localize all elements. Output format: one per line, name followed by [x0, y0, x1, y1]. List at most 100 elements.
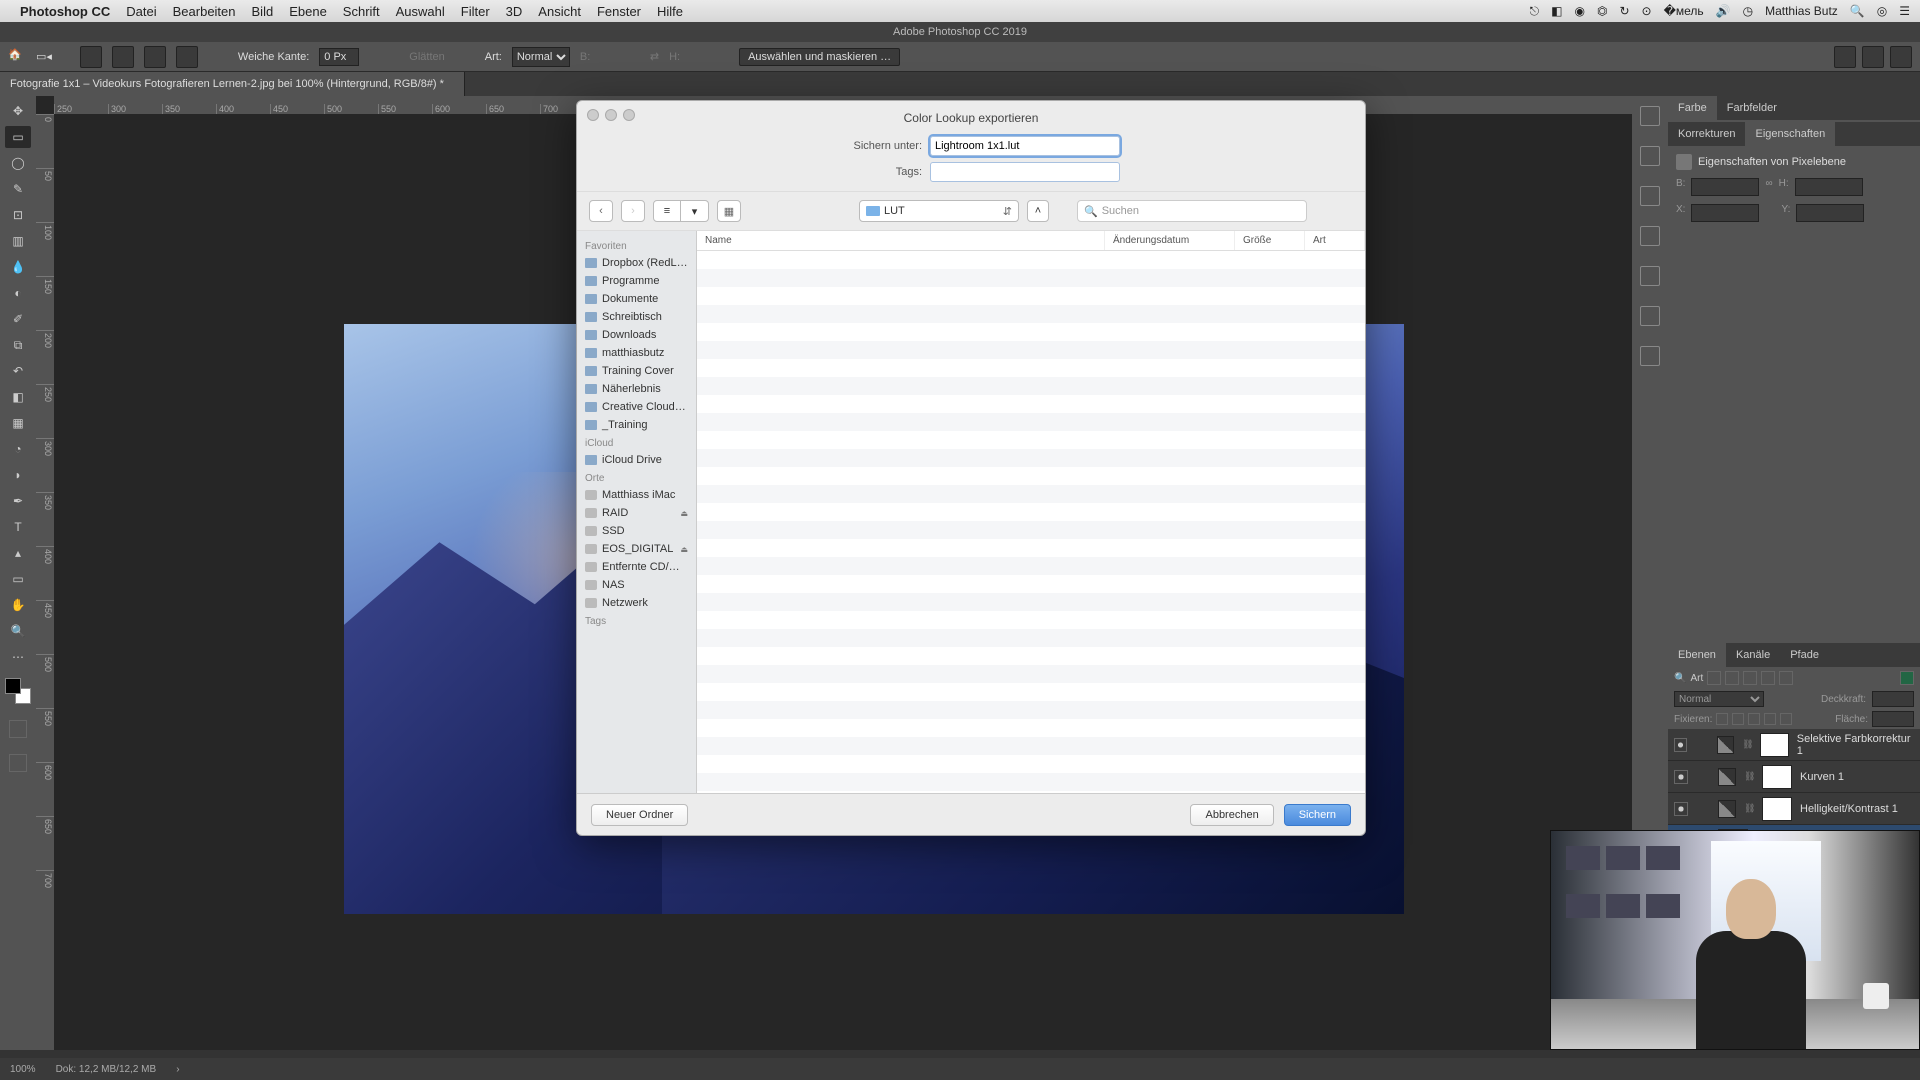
tab-farbe[interactable]: Farbe: [1668, 96, 1717, 120]
tab-farbfelder[interactable]: Farbfelder: [1717, 96, 1787, 120]
y-input[interactable]: [1796, 204, 1864, 222]
status-chevron-icon[interactable]: ›: [176, 1064, 179, 1075]
brush-tool-icon[interactable]: ✐: [5, 308, 31, 330]
menu-schrift[interactable]: Schrift: [343, 4, 380, 19]
spotlight-icon[interactable]: 🔍: [1850, 4, 1865, 18]
eject-icon[interactable]: ⏏: [680, 509, 688, 518]
blend-mode-select[interactable]: Normal: [1674, 691, 1764, 707]
filter-toggle-icon[interactable]: [1900, 671, 1914, 685]
filter-pixel-icon[interactable]: [1707, 671, 1721, 685]
new-folder-button[interactable]: Neuer Ordner: [591, 804, 688, 826]
width-input[interactable]: [1691, 178, 1759, 196]
hand-tool-icon[interactable]: ✋: [5, 594, 31, 616]
tab-eigenschaften[interactable]: Eigenschaften: [1745, 122, 1835, 146]
crop-tool-icon[interactable]: ⊡: [5, 204, 31, 226]
document-tab[interactable]: Fotografie 1x1 – Videokurs Fotografieren…: [0, 72, 465, 96]
eject-icon[interactable]: ⏏: [680, 545, 688, 554]
edit-toolbar-icon[interactable]: ⋯: [5, 646, 31, 668]
dock-icon[interactable]: [1640, 226, 1660, 246]
add-selection-icon[interactable]: [112, 46, 134, 68]
sidebar-item[interactable]: Näherlebnis: [577, 380, 696, 398]
style-select[interactable]: Normal: [512, 47, 570, 67]
filter-shape-icon[interactable]: [1761, 671, 1775, 685]
sys-icon[interactable]: ◧: [1551, 4, 1562, 18]
forward-button[interactable]: ›: [621, 200, 645, 222]
dock-icon[interactable]: [1640, 146, 1660, 166]
notifications-icon[interactable]: ☰: [1899, 4, 1910, 18]
col-date[interactable]: Änderungsdatum: [1105, 231, 1235, 250]
dialog-minimize-icon[interactable]: [605, 109, 617, 121]
collapse-button[interactable]: ˄: [1027, 200, 1049, 222]
x-input[interactable]: [1691, 204, 1759, 222]
visibility-icon[interactable]: [1674, 738, 1687, 752]
sys-username[interactable]: Matthias Butz: [1765, 4, 1838, 18]
sidebar-item[interactable]: Dropbox (RedL…: [577, 254, 696, 272]
search-icon[interactable]: [1834, 46, 1856, 68]
workspace-icon[interactable]: [1862, 46, 1884, 68]
dock-icon[interactable]: [1640, 306, 1660, 326]
tab-kanäle[interactable]: Kanäle: [1726, 643, 1780, 667]
tab-korrekturen[interactable]: Korrekturen: [1668, 122, 1745, 146]
fill-input[interactable]: [1872, 711, 1914, 727]
sidebar-item[interactable]: Matthiass iMac: [577, 486, 696, 504]
shape-tool-icon[interactable]: ▭: [5, 568, 31, 590]
col-size[interactable]: Größe: [1235, 231, 1305, 250]
layer-row[interactable]: ⛓Kurven 1: [1668, 761, 1920, 793]
lasso-tool-icon[interactable]: ◯: [5, 152, 31, 174]
sys-clock-icon[interactable]: ◷: [1743, 4, 1753, 18]
menu-fenster[interactable]: Fenster: [597, 4, 641, 19]
menu-ansicht[interactable]: Ansicht: [538, 4, 581, 19]
sidebar-item[interactable]: Creative Cloud…: [577, 398, 696, 416]
quick-select-tool-icon[interactable]: ✎: [5, 178, 31, 200]
dodge-tool-icon[interactable]: ◗: [5, 464, 31, 486]
siri-icon[interactable]: ◎: [1877, 4, 1887, 18]
sidebar-item[interactable]: Dokumente: [577, 290, 696, 308]
sys-icon[interactable]: ⏣: [1597, 4, 1607, 18]
lock-all-icon[interactable]: [1780, 713, 1792, 725]
dialog-zoom-icon[interactable]: [623, 109, 635, 121]
dock-icon[interactable]: [1640, 186, 1660, 206]
marquee-tool-icon[interactable]: ▭: [5, 126, 31, 148]
screenmode-icon[interactable]: [9, 754, 27, 772]
home-icon[interactable]: 🏠: [8, 48, 26, 66]
zoom-level[interactable]: 100%: [10, 1064, 36, 1075]
sidebar-item[interactable]: _Training: [577, 416, 696, 434]
menu-3d[interactable]: 3D: [506, 4, 523, 19]
eraser-tool-icon[interactable]: ◧: [5, 386, 31, 408]
lock-artboard-icon[interactable]: [1764, 713, 1776, 725]
col-art[interactable]: Art: [1305, 231, 1365, 250]
adjustment-thumb-icon[interactable]: [1717, 736, 1734, 754]
doc-size[interactable]: Dok: 12,2 MB/12,2 MB: [56, 1064, 157, 1075]
lock-position-icon[interactable]: [1748, 713, 1760, 725]
select-and-mask-button[interactable]: Auswählen und maskieren …: [739, 48, 900, 66]
view-list-icon[interactable]: ≡: [653, 200, 681, 222]
sidebar-item[interactable]: Netzwerk: [577, 594, 696, 612]
mask-thumb[interactable]: [1760, 733, 1789, 757]
sidebar-item[interactable]: RAID⏏: [577, 504, 696, 522]
save-button[interactable]: Sichern: [1284, 804, 1351, 826]
frame-tool-icon[interactable]: ▥: [5, 230, 31, 252]
menu-filter[interactable]: Filter: [461, 4, 490, 19]
menu-app[interactable]: Photoshop CC: [20, 4, 110, 19]
quickmask-icon[interactable]: [9, 720, 27, 738]
filter-smart-icon[interactable]: [1779, 671, 1793, 685]
menu-datei[interactable]: Datei: [126, 4, 156, 19]
visibility-icon[interactable]: [1674, 770, 1688, 784]
back-button[interactable]: ‹: [589, 200, 613, 222]
intersect-selection-icon[interactable]: [176, 46, 198, 68]
view-dropdown-icon[interactable]: ▾: [681, 200, 709, 222]
new-selection-icon[interactable]: [80, 46, 102, 68]
sidebar-item[interactable]: NAS: [577, 576, 696, 594]
sidebar-item[interactable]: iCloud Drive: [577, 451, 696, 469]
layer-row[interactable]: ⛓Selektive Farbkorrektur 1: [1668, 729, 1920, 761]
dock-icon[interactable]: [1640, 106, 1660, 126]
link-icon[interactable]: ∞: [1765, 178, 1772, 196]
sidebar-item[interactable]: matthiasbutz: [577, 344, 696, 362]
sidebar-item[interactable]: Downloads: [577, 326, 696, 344]
sys-icon[interactable]: ↻: [1619, 4, 1629, 18]
share-icon[interactable]: [1890, 46, 1912, 68]
clone-tool-icon[interactable]: ⧉: [5, 334, 31, 356]
tab-pfade[interactable]: Pfade: [1780, 643, 1829, 667]
dialog-close-icon[interactable]: [587, 109, 599, 121]
blur-tool-icon[interactable]: ◔: [5, 438, 31, 460]
